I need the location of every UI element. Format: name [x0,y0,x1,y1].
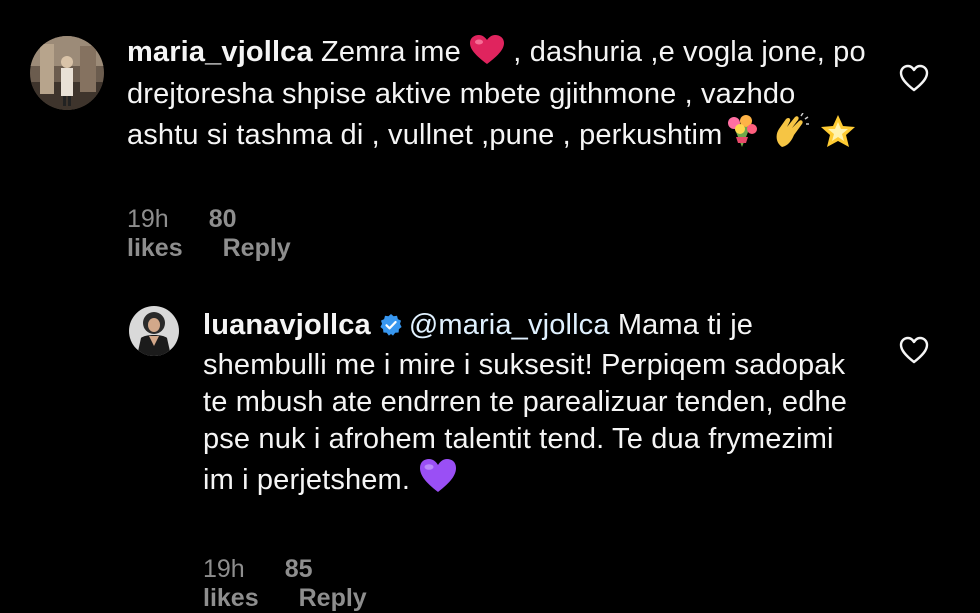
reply-button[interactable]: Reply [299,584,367,612]
timestamp: 19h [127,205,169,233]
comment-text: maria_vjollca Zemra ime , dashuria ,e vo… [127,34,867,159]
verified-badge-icon [379,310,403,347]
purple-heart-emoji [418,458,458,504]
username[interactable]: maria_vjollca [127,36,313,68]
username[interactable]: luanavjollca [203,309,371,341]
reply-button[interactable]: Reply [223,234,291,262]
avatar[interactable] [30,36,104,110]
like-heart-icon[interactable] [899,64,929,97]
comment-meta: 19h 80 likes Reply [127,205,331,263]
like-heart-icon[interactable] [899,336,929,369]
timestamp: 19h [203,555,245,583]
glowing-star-emoji [818,113,858,159]
comment-text-part: Zemra ime [312,36,470,68]
comment-text: luanavjollca @maria_vjollca Mama ti je s… [203,307,863,504]
red-heart-emoji [469,34,505,76]
mention-link[interactable]: @maria_vjollca [409,309,610,341]
comment-meta: 19h 85 likes Reply [203,555,407,613]
avatar[interactable] [129,306,179,356]
clapping-hands-emoji [770,112,810,159]
bouquet-emoji [722,113,762,159]
